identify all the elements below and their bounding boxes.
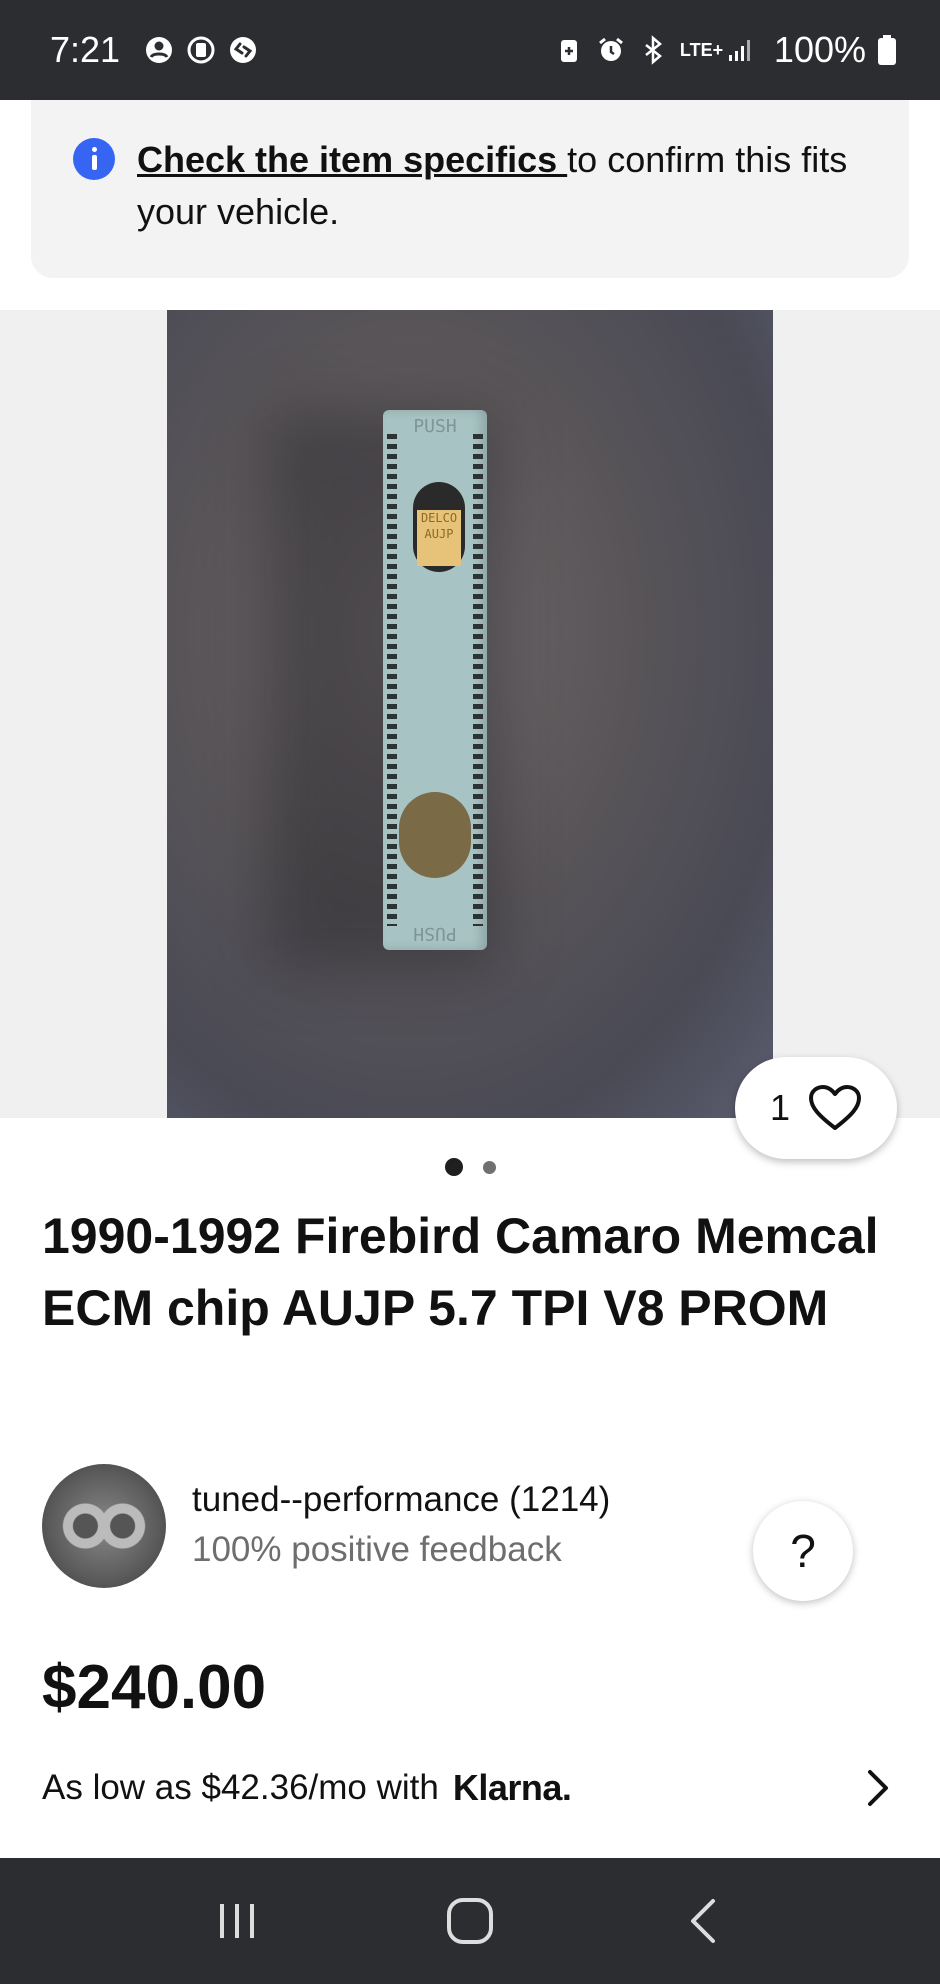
battery-saver-icon (560, 40, 577, 62)
gallery-pagination (0, 1158, 940, 1176)
info-icon (73, 138, 115, 180)
watch-button[interactable]: 1 (735, 1057, 897, 1159)
status-bar-left: 7:21 (50, 29, 258, 71)
seller-feedback: 100% positive feedback (192, 1530, 562, 1569)
product-photo[interactable]: PUSH DELCO AUJP PUSH (167, 310, 773, 1118)
battery-icon (878, 35, 896, 65)
watch-count: 1 (769, 1087, 791, 1128)
signal-icon (728, 40, 750, 61)
system-nav-bar (0, 1858, 940, 1984)
listing-title: 1990-1992 Firebird Camaro Memcal ECM chi… (42, 1208, 879, 1336)
chip-pins-left (387, 434, 397, 926)
status-time: 7:21 (50, 29, 121, 70)
item-specifics-link[interactable]: Check the item specifics (137, 139, 567, 180)
seller-name[interactable]: tuned--performance (1214) (192, 1480, 610, 1520)
chip-window-label: DELCO AUJP (417, 510, 461, 566)
status-bar: 7:21 LTE+ 100% (0, 0, 940, 100)
lte-icon: LTE+ (679, 40, 724, 60)
shazam-icon (230, 37, 257, 63)
seller-avatar[interactable] (42, 1464, 166, 1588)
status-bar-right: LTE+ 100% (554, 29, 896, 71)
recent-apps-button[interactable] (207, 1891, 267, 1951)
bluetooth-icon (645, 35, 662, 65)
back-button[interactable] (673, 1891, 733, 1951)
chip-pins-right (473, 434, 483, 926)
financing-text: As low as $42.36/mo with (42, 1768, 439, 1807)
chip-label-top: PUSH (413, 416, 457, 437)
item-price: $240.00 (42, 1653, 267, 1722)
chip-window-bottom (399, 792, 471, 878)
screen-record-icon (187, 36, 215, 64)
home-button[interactable] (440, 1891, 500, 1951)
banner-message: Check the item specifics to confirm this… (137, 134, 869, 278)
klarna-logo: Klarna. (452, 1767, 572, 1808)
heart-icon (809, 1085, 862, 1130)
financing-row[interactable]: As low as $42.36/mo with Klarna. (42, 1760, 898, 1816)
vehicle-fit-banner: Check the item specifics to confirm this… (31, 100, 909, 278)
chip-window-top: DELCO AUJP (413, 482, 465, 572)
alarm-icon (598, 37, 623, 61)
pagination-dot[interactable] (482, 1160, 496, 1174)
battery-level: 100% (773, 29, 866, 70)
account-icon (146, 37, 173, 63)
image-gallery[interactable]: PUSH DELCO AUJP PUSH (0, 310, 940, 1118)
chip-label-bottom: PUSH (413, 923, 457, 944)
memcal-chip-image: PUSH DELCO AUJP PUSH (383, 410, 487, 950)
chevron-right-icon[interactable] (858, 1768, 898, 1808)
help-button[interactable]: ? (753, 1501, 853, 1601)
pagination-dot-active[interactable] (444, 1158, 463, 1176)
